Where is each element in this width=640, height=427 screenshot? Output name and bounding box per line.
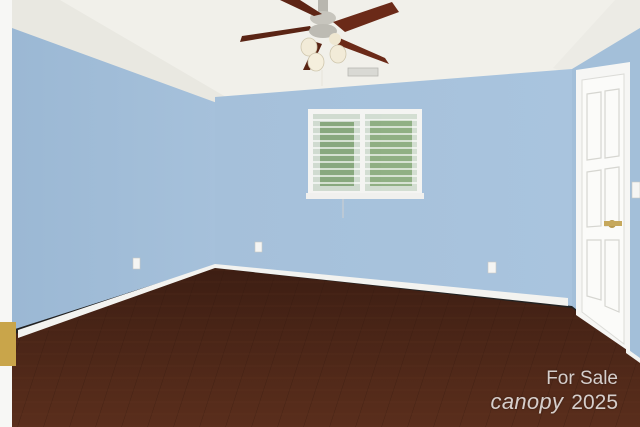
outlet-back-wall-right bbox=[487, 261, 497, 274]
for-sale-watermark: For Sale canopy 2025 bbox=[458, 369, 618, 413]
light-switch bbox=[631, 181, 640, 199]
watermark-brand: canopy bbox=[490, 389, 564, 414]
room-photo: For Sale canopy 2025 bbox=[0, 0, 640, 427]
outlet-back-wall-left bbox=[254, 241, 263, 253]
door-hinge-icon bbox=[0, 322, 16, 366]
outlet-left-wall bbox=[132, 257, 141, 270]
door bbox=[576, 62, 630, 352]
watermark-year: 2025 bbox=[571, 391, 618, 414]
ceiling-vent bbox=[347, 67, 379, 77]
room-illustration bbox=[0, 0, 640, 427]
watermark-for-sale: For Sale bbox=[546, 368, 618, 389]
